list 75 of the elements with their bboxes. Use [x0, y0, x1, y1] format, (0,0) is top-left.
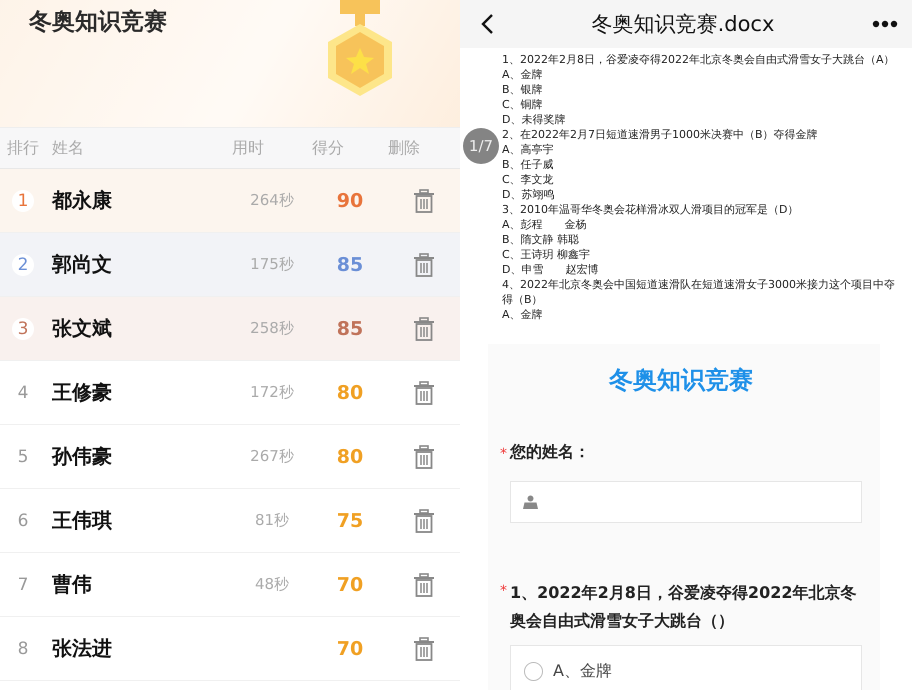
- document-text: A、彭程 金杨: [502, 217, 588, 232]
- time-used: 172秒: [250, 383, 294, 402]
- player-name: 张文斌: [51, 315, 113, 342]
- document-text: B、隋文静 韩聪: [502, 232, 580, 247]
- document-text: D、未得奖牌: [502, 112, 566, 127]
- score: 70: [336, 574, 364, 596]
- trash-icon[interactable]: [413, 508, 435, 532]
- rank-number: 5: [16, 446, 30, 468]
- document-text: B、银牌: [502, 82, 544, 97]
- document-text: C、铜牌: [502, 97, 544, 112]
- score: 85: [336, 254, 364, 276]
- document-text: 4、2022年北京冬奥会中国短道速滑队在短道速滑女子3000米接力这个项目中夺得（B）: [502, 277, 896, 307]
- board-title: 冬奥知识竞赛: [29, 8, 167, 37]
- player-name: 王伟琪: [51, 507, 113, 534]
- rank-number: 7: [16, 574, 30, 596]
- time-used: 175秒: [250, 255, 294, 274]
- player-name: 王修豪: [51, 379, 113, 406]
- page-indicator: 1/7: [463, 128, 499, 164]
- document-text: A、金牌: [502, 67, 544, 82]
- trash-icon[interactable]: [413, 380, 435, 404]
- trash-icon[interactable]: [413, 636, 435, 660]
- trash-icon[interactable]: [413, 444, 435, 468]
- rank-number: 6: [16, 510, 30, 532]
- question-label: 您的姓名：: [510, 442, 590, 463]
- document-text: 1、2022年2月8日，谷爱凌夺得2022年北京冬奥会自由式滑雪女子大跳台（A）: [502, 52, 896, 67]
- column-header: 排行: [6, 138, 40, 158]
- rank-number: 4: [16, 382, 30, 404]
- column-header: 删除: [388, 138, 421, 158]
- time-used: 48秒: [254, 575, 290, 594]
- player-name: 曹伟: [51, 571, 93, 598]
- answer-option[interactable]: A、金牌: [510, 645, 862, 690]
- player-name: 孙伟豪: [50, 443, 113, 470]
- required-mark: *: [500, 446, 507, 462]
- trash-icon[interactable]: [413, 188, 435, 212]
- document-title: 冬奥知识竞赛.docx: [592, 11, 774, 38]
- radio-button[interactable]: [524, 662, 543, 680]
- time-used: 258秒: [250, 319, 294, 338]
- required-mark: *: [500, 583, 507, 599]
- rank-number: 8: [16, 638, 30, 660]
- time-used: 267秒: [250, 447, 294, 466]
- back-icon[interactable]: [480, 13, 494, 35]
- score: 75: [336, 510, 364, 532]
- score: 80: [336, 382, 364, 404]
- document-text: D、申雪 赵宏博: [502, 262, 600, 277]
- player-name: 都永康: [50, 187, 113, 214]
- column-header: 得分: [312, 138, 345, 158]
- score: 85: [336, 318, 364, 340]
- rank-number: 1: [12, 190, 34, 212]
- rank-number: 3: [12, 318, 34, 340]
- document-text: A、高亭宇: [502, 142, 555, 157]
- document-text: C、李文龙: [502, 172, 555, 187]
- column-header: 姓名: [51, 138, 85, 158]
- player-name: 郭尚文: [50, 251, 113, 278]
- column-header: 用时: [232, 138, 265, 158]
- more-icon[interactable]: [872, 20, 898, 28]
- score: 90: [336, 190, 364, 212]
- name-input[interactable]: [510, 481, 862, 523]
- document-text: C、王诗玥 柳鑫宇: [502, 247, 592, 262]
- time-used: 81秒: [254, 511, 290, 530]
- score: 70: [336, 638, 364, 660]
- time-used: 264秒: [250, 191, 294, 210]
- document-text: 2、在2022年2月7日短道速滑男子1000米决赛中（B）夺得金牌: [502, 127, 819, 142]
- form-title: 冬奥知识竞赛: [609, 365, 753, 396]
- document-text: 3、2010年温哥华冬奥会花样滑冰双人滑项目的冠军是（D）: [502, 202, 800, 217]
- trash-icon[interactable]: [413, 316, 435, 340]
- rank-number: 2: [12, 254, 34, 276]
- player-name: 张法进: [51, 635, 113, 662]
- document-text: D、苏翊鸣: [502, 187, 556, 202]
- person-icon: [523, 495, 538, 509]
- question-label: 1、2022年2月8日，谷爱凌夺得2022年北京冬奥会自由式滑雪女子大跳台（）: [510, 582, 858, 632]
- document-text: A、金牌: [502, 307, 544, 322]
- document-text: B、任子威: [502, 157, 555, 172]
- score: 80: [336, 446, 364, 468]
- trash-icon[interactable]: [413, 252, 435, 276]
- trash-icon[interactable]: [413, 572, 435, 596]
